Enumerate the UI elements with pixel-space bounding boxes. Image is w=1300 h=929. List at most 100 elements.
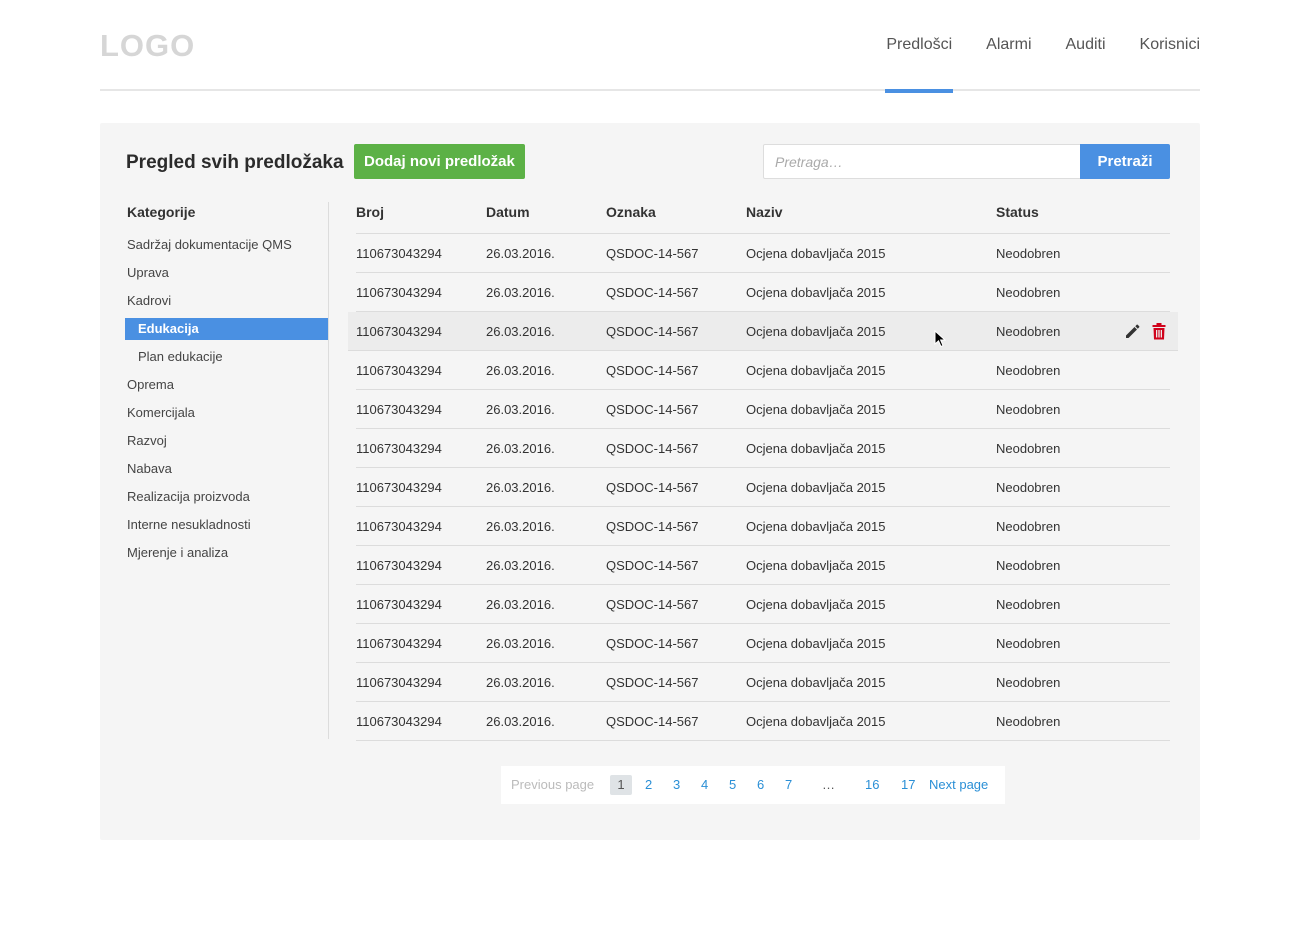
cell-status: Neodobren (996, 441, 1061, 456)
column-header-broj[interactable]: Broj (356, 204, 384, 220)
cell-datum: 26.03.2016. (486, 675, 555, 690)
cell-oznaka: QSDOC-14-567 (606, 597, 699, 612)
cell-oznaka: QSDOC-14-567 (606, 324, 699, 339)
cell-naziv: Ocjena dobavljača 2015 (746, 597, 886, 612)
table-row[interactable]: 110673043294 26.03.2016. QSDOC-14-567 Ocjen… (348, 312, 1178, 351)
nav-item-predlosci[interactable]: Predlošci (885, 0, 953, 93)
cell-naziv: Ocjena dobavljača 2015 (746, 285, 886, 300)
column-header-oznaka[interactable]: Oznaka (606, 204, 656, 220)
page-link-7[interactable]: 7 (785, 775, 792, 795)
cell-broj: 110673043294 (356, 675, 442, 690)
table-row[interactable]: 110673043294 26.03.2016. QSDOC-14-567 Ocjen… (356, 390, 1170, 429)
page-title: Pregled svih predložaka (126, 152, 344, 173)
table-row[interactable]: 110673043294 26.03.2016. QSDOC-14-567 Ocjen… (356, 273, 1170, 312)
logo[interactable]: LOGO (100, 28, 195, 64)
column-header-datum[interactable]: Datum (486, 204, 530, 220)
table-row[interactable]: 110673043294 26.03.2016. QSDOC-14-567 Ocjen… (356, 585, 1170, 624)
cell-datum: 26.03.2016. (486, 363, 555, 378)
sidebar-item-sadr-aj-dokumentacije-qms[interactable]: Sadržaj dokumentacije QMS (125, 231, 328, 259)
table-row[interactable]: 110673043294 26.03.2016. QSDOC-14-567 Ocjen… (356, 507, 1170, 546)
cell-naziv: Ocjena dobavljača 2015 (746, 480, 886, 495)
cell-status: Neodobren (996, 402, 1061, 417)
table-row[interactable]: 110673043294 26.03.2016. QSDOC-14-567 Ocjen… (356, 351, 1170, 390)
cell-broj: 110673043294 (356, 285, 442, 300)
cell-datum: 26.03.2016. (486, 324, 555, 339)
sidebar-item-kadrovi[interactable]: Kadrovi (125, 287, 328, 315)
cell-oznaka: QSDOC-14-567 (606, 714, 699, 729)
cell-status: Neodobren (996, 714, 1061, 729)
add-template-button[interactable]: Dodaj novi predložak (354, 144, 525, 179)
cell-datum: 26.03.2016. (486, 597, 555, 612)
cell-oznaka: QSDOC-14-567 (606, 636, 699, 651)
table-header: Broj Datum Oznaka Naziv Status (356, 202, 1170, 234)
cell-datum: 26.03.2016. (486, 636, 555, 651)
page-link-17[interactable]: 17 (901, 775, 915, 795)
cell-broj: 110673043294 (356, 558, 442, 573)
main-nav: Predlošci Alarmi Auditi Korisnici (852, 0, 1200, 93)
cell-status: Neodobren (996, 324, 1061, 339)
nav-item-auditi[interactable]: Auditi (1066, 0, 1106, 91)
cell-naziv: Ocjena dobavljača 2015 (746, 714, 886, 729)
cell-datum: 26.03.2016. (486, 441, 555, 456)
table-row[interactable]: 110673043294 26.03.2016. QSDOC-14-567 Ocjen… (356, 468, 1170, 507)
sidebar-item-nabava[interactable]: Nabava (125, 455, 328, 483)
templates-panel: Pregled svih predložaka Dodaj novi predl… (100, 123, 1200, 840)
cell-broj: 110673043294 (356, 246, 442, 261)
page-link-16[interactable]: 16 (865, 775, 879, 795)
cell-status: Neodobren (996, 285, 1061, 300)
pencil-icon[interactable] (1124, 323, 1141, 345)
nav-item-alarmi[interactable]: Alarmi (986, 0, 1031, 91)
cell-naziv: Ocjena dobavljača 2015 (746, 402, 886, 417)
cell-datum: 26.03.2016. (486, 285, 555, 300)
page-link-4[interactable]: 4 (701, 775, 708, 795)
cell-broj: 110673043294 (356, 480, 442, 495)
sidebar-item-mjerenje-i-analiza[interactable]: Mjerenje i analiza (125, 539, 328, 567)
sidebar-item-razvoj[interactable]: Razvoj (125, 427, 328, 455)
next-page-link[interactable]: Next page (929, 775, 988, 795)
nav-item-korisnici[interactable]: Korisnici (1140, 0, 1200, 91)
cell-oznaka: QSDOC-14-567 (606, 519, 699, 534)
previous-page-link: Previous page (511, 777, 595, 792)
sidebar-item-edukacija[interactable]: Edukacija (125, 318, 328, 340)
table-row[interactable]: 110673043294 26.03.2016. QSDOC-14-567 Ocjen… (356, 429, 1170, 468)
cell-oznaka: QSDOC-14-567 (606, 480, 699, 495)
table-body: 110673043294 26.03.2016. QSDOC-14-567 Ocjen… (348, 234, 1178, 741)
column-header-naziv[interactable]: Naziv (746, 204, 783, 220)
sidebar-item-oprema[interactable]: Oprema (125, 371, 328, 399)
cell-oznaka: QSDOC-14-567 (606, 441, 699, 456)
column-header-status[interactable]: Status (996, 204, 1039, 220)
search-input[interactable] (763, 144, 1081, 179)
page-link-5[interactable]: 5 (729, 775, 736, 795)
page-link-3[interactable]: 3 (673, 775, 680, 795)
cell-datum: 26.03.2016. (486, 519, 555, 534)
cell-naziv: Ocjena dobavljača 2015 (746, 558, 886, 573)
cell-status: Neodobren (996, 480, 1061, 495)
table-row[interactable]: 110673043294 26.03.2016. QSDOC-14-567 Ocjen… (356, 663, 1170, 702)
cell-broj: 110673043294 (356, 714, 442, 729)
cell-naziv: Ocjena dobavljača 2015 (746, 324, 886, 339)
trash-icon[interactable] (1152, 323, 1166, 345)
category-sidebar: Kategorije Sadržaj dokumentacije QMS Upra… (125, 202, 329, 739)
table-row[interactable]: 110673043294 26.03.2016. QSDOC-14-567 Ocjen… (356, 234, 1170, 273)
sidebar-item-komercijala[interactable]: Komercijala (125, 399, 328, 427)
search-button[interactable]: Pretraži (1080, 144, 1170, 179)
sidebar-item-interne-nesukladnosti[interactable]: Interne nesukladnosti (125, 511, 328, 539)
table-row[interactable]: 110673043294 26.03.2016. QSDOC-14-567 Ocjen… (356, 624, 1170, 663)
table-row[interactable]: 110673043294 26.03.2016. QSDOC-14-567 Ocjen… (356, 702, 1170, 741)
templates-table: Broj Datum Oznaka Naziv Status 110673043… (348, 202, 1178, 741)
table-row[interactable]: 110673043294 26.03.2016. QSDOC-14-567 Ocjen… (356, 546, 1170, 585)
sidebar-item-plan-edukacije[interactable]: Plan edukacije (125, 343, 328, 371)
cell-oznaka: QSDOC-14-567 (606, 246, 699, 261)
sidebar-item-realizacija-proizvoda[interactable]: Realizacija proizvoda (125, 483, 328, 511)
page-link-2[interactable]: 2 (645, 775, 652, 795)
sidebar-item-uprava[interactable]: Uprava (125, 259, 328, 287)
cell-naziv: Ocjena dobavljača 2015 (746, 246, 886, 261)
category-list: Sadržaj dokumentacije QMS Uprava Kadrovi Ed… (125, 231, 328, 567)
page-link-1[interactable]: 1 (610, 775, 632, 795)
cell-status: Neodobren (996, 675, 1061, 690)
cell-broj: 110673043294 (356, 636, 442, 651)
cell-broj: 110673043294 (356, 597, 442, 612)
cell-datum: 26.03.2016. (486, 714, 555, 729)
page-link-6[interactable]: 6 (757, 775, 764, 795)
cell-broj: 110673043294 (356, 324, 442, 339)
